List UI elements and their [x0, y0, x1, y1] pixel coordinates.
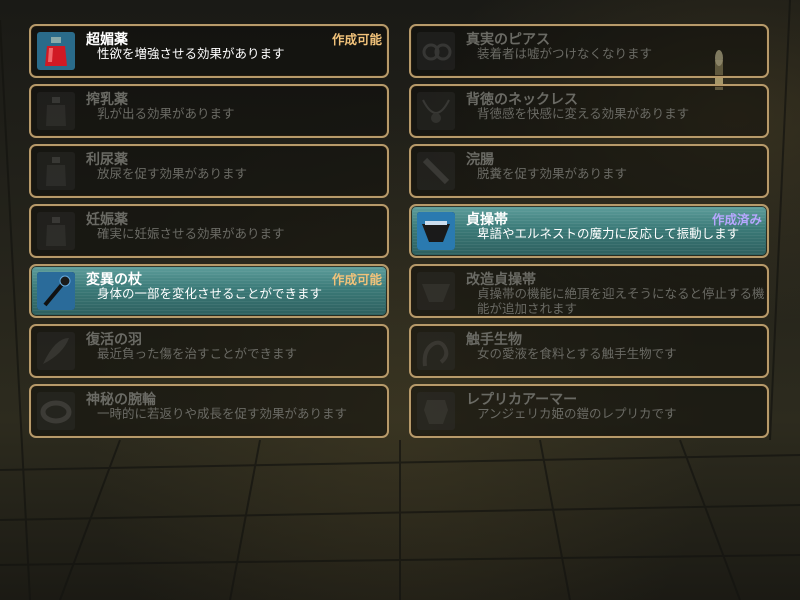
item-description: 背徳感を快感に変える効果があります	[477, 106, 690, 121]
tentacle-icon	[417, 332, 455, 370]
armor-icon	[417, 392, 455, 430]
item-card-13[interactable]: レプリカアーマー アンジェリカ姫の鎧のレプリカです	[409, 384, 769, 438]
potion-bottle-icon	[37, 212, 75, 250]
potion-bottle-icon	[37, 92, 75, 130]
item-description: 確実に妊娠させる効果があります	[97, 226, 285, 241]
staff-icon	[37, 272, 75, 310]
item-card-6[interactable]: 神秘の腕輪 一時的に若返りや成長を促す効果があります	[29, 384, 389, 438]
item-description: 乳が出る効果があります	[97, 106, 235, 121]
item-description: 身体の一部を変化させることができます	[97, 286, 323, 301]
syringe-icon	[417, 152, 455, 190]
feather-icon	[37, 332, 75, 370]
item-card-10[interactable]: 貞操帯 作成済み 卑語やエルネストの魔力に反応して振動します	[409, 204, 769, 258]
item-description: 一時的に若返りや成長を促す効果があります	[97, 406, 348, 421]
item-card-3[interactable]: 妊娠薬 確実に妊娠させる効果があります	[29, 204, 389, 258]
item-card-1[interactable]: 搾乳薬 乳が出る効果があります	[29, 84, 389, 138]
item-card-7[interactable]: 真実のピアス 装着者は嘘がつけなくなります	[409, 24, 769, 78]
bracelet-icon	[37, 392, 75, 430]
item-card-9[interactable]: 浣腸 脱糞を促す効果があります	[409, 144, 769, 198]
item-description: 放尿を促す効果があります	[97, 166, 248, 181]
chastity-belt-icon	[417, 212, 455, 250]
item-card-11[interactable]: 改造貞操帯 貞操帯の機能に絶頂を迎えそうになると停止する機能が追加されます	[409, 264, 769, 318]
item-card-0[interactable]: 超媚薬 作成可能 性欲を増強させる効果があります	[29, 24, 389, 78]
item-card-5[interactable]: 復活の羽 最近負った傷を治すことができます	[29, 324, 389, 378]
item-description: 脱糞を促す効果があります	[477, 166, 628, 181]
red-potion-icon	[37, 32, 75, 70]
item-description: 卑語やエルネストの魔力に反応して振動します	[477, 226, 740, 241]
item-description: アンジェリカ姫の鎧のレプリカです	[477, 406, 677, 421]
potion-bottle-icon	[37, 152, 75, 190]
item-description: 貞操帯の機能に絶頂を迎えそうになると停止する機能が追加されます	[477, 286, 765, 316]
item-card-8[interactable]: 背徳のネックレス 背徳感を快感に変える効果があります	[409, 84, 769, 138]
necklace-icon	[417, 92, 455, 130]
chastity-belt-icon	[417, 272, 455, 310]
item-description: 女の愛液を食料とする触手生物です	[477, 346, 677, 361]
item-description: 装着者は嘘がつけなくなります	[477, 46, 653, 61]
item-card-4[interactable]: 変異の杖 作成可能 身体の一部を変化させることができます	[29, 264, 389, 318]
item-description: 性欲を増強させる効果があります	[97, 46, 285, 61]
item-card-2[interactable]: 利尿薬 放尿を促す効果があります	[29, 144, 389, 198]
item-description: 最近負った傷を治すことができます	[97, 346, 298, 361]
piercing-icon	[417, 32, 455, 70]
item-card-12[interactable]: 触手生物 女の愛液を食料とする触手生物です	[409, 324, 769, 378]
